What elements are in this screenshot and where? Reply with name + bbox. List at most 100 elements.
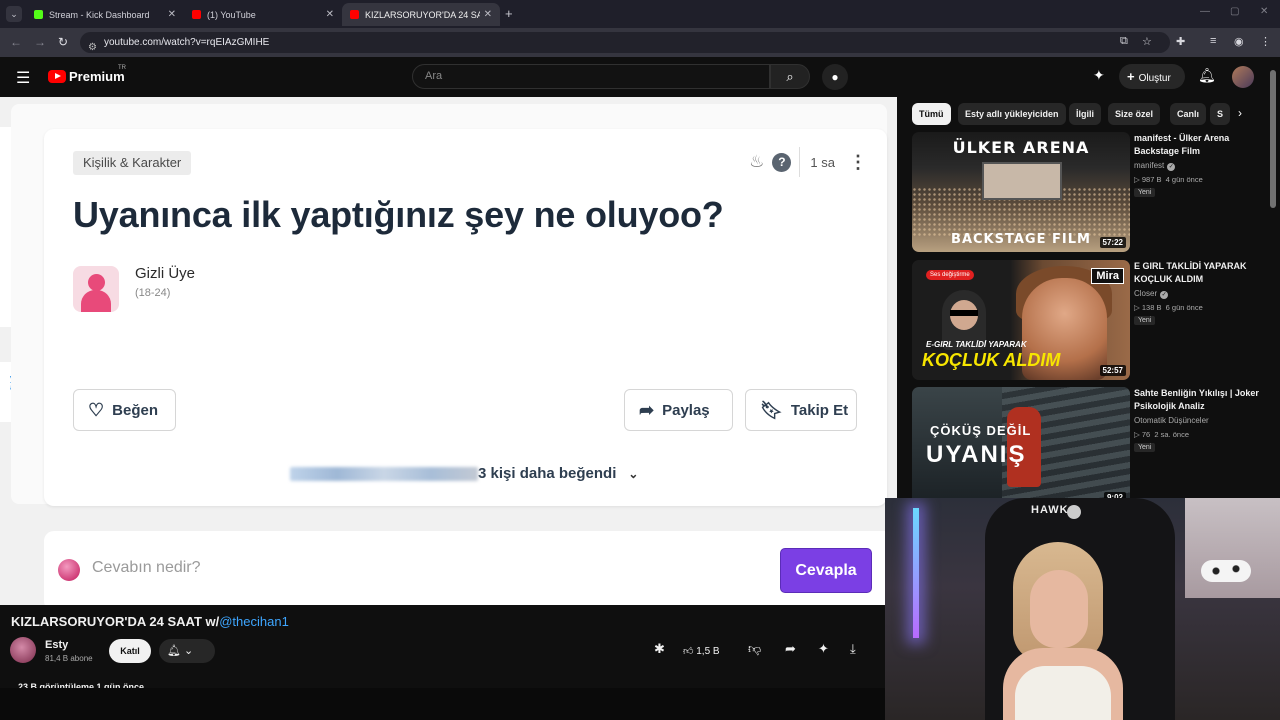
close-icon[interactable]: ✕ — [484, 9, 492, 20]
youtube-logo[interactable]: Premium TR — [48, 65, 126, 84]
user-silhouette-icon — [88, 274, 105, 291]
user-silhouette-body — [81, 290, 111, 312]
browser-menu-icon[interactable]: ⋮ — [1260, 35, 1271, 48]
likers-summary[interactable]: 3 kişi daha beğendi ⌄ — [290, 465, 638, 482]
channel-name[interactable]: Otomatik Düşünceler — [1134, 416, 1209, 425]
channel-name[interactable]: Closer ✓ — [1134, 289, 1169, 299]
close-icon[interactable]: ✕ — [168, 9, 176, 20]
download-icon[interactable]: ⤓ — [850, 641, 856, 657]
upload-age: 4 gün önce — [1165, 175, 1203, 184]
close-icon[interactable]: ✕ — [326, 9, 334, 20]
reading-list-icon[interactable]: ≡ — [1210, 35, 1216, 47]
video-thumbnail[interactable]: ÜLKER ARENA BACKSTAGE FILM 57:22 — [912, 132, 1130, 252]
address-bar[interactable]: ⚙ youtube.com/watch?v=rqEIAzGMIHE — [80, 32, 1170, 53]
like-button[interactable]: ♡ Beğen — [73, 389, 176, 431]
video-title[interactable]: E GIRL TAKLİDİ YAPARAK KOÇLUK ALDIM — [1134, 260, 1260, 286]
extensions-icon[interactable]: ✚ — [1176, 35, 1185, 48]
guide-menu-icon[interactable]: ☰ — [16, 68, 30, 88]
install-app-icon[interactable]: ⧉ — [1120, 35, 1128, 48]
play-icon: ▷ — [1134, 175, 1140, 184]
back-icon[interactable]: ← — [10, 35, 22, 49]
view-count: 138 B — [1141, 303, 1162, 312]
youtube-favicon-icon — [350, 10, 359, 19]
share-button[interactable]: ➦ Paylaş — [624, 389, 733, 431]
question-title: Uyanınca ilk yaptığınız şey ne oluyoo? — [73, 194, 724, 235]
tab-current-video[interactable]: KIZLARSORUYOR'DA 24 SAAT w/ ✕ — [342, 3, 500, 26]
channel-avatar[interactable] — [10, 637, 36, 663]
tab-kick-dashboard[interactable]: Stream - Kick Dashboard ✕ — [26, 3, 184, 26]
like-video-button[interactable]: 👍︎ 1,5 B — [683, 641, 739, 663]
reload-icon[interactable]: ↻ — [58, 35, 68, 49]
thumbs-down-icon[interactable]: 👎︎ — [748, 641, 761, 657]
chip-for-you[interactable]: Size özel — [1108, 103, 1161, 125]
follow-button[interactable]: 🔖︎ Takip Et — [745, 389, 857, 431]
ask-ai-icon[interactable]: ✦ — [818, 641, 829, 657]
shelf-graphic — [1185, 498, 1280, 598]
new-tab-button[interactable]: + — [505, 6, 513, 21]
follow-label: Takip Et — [790, 401, 849, 419]
mention-link[interactable]: @thecihan1 — [219, 614, 289, 629]
maximize-icon[interactable]: ▢ — [1230, 6, 1239, 17]
create-label: Oluştur — [1138, 73, 1171, 84]
subscription-bell-button[interactable]: 🔔︎ ⌄ — [159, 639, 215, 663]
tab-youtube[interactable]: (1) YouTube ✕ — [184, 3, 342, 26]
voice-search-button[interactable]: ● — [822, 64, 848, 90]
url-text: youtube.com/watch?v=rqEIAzGMIHE — [104, 37, 270, 48]
recommended-video[interactable]: Ses değiştirme Mira E-GIRL TAKLİDİ YAPAR… — [912, 260, 1262, 380]
logo-text: Premium — [69, 69, 125, 84]
search-icon: ⌕ — [786, 69, 794, 84]
recommended-video[interactable]: ÜLKER ARENA BACKSTAGE FILM 57:22 manifes… — [912, 132, 1262, 252]
help-icon[interactable]: ? — [772, 152, 792, 172]
share-arrow-icon: ➦ — [639, 399, 655, 420]
bell-icon: 🔔︎ — [167, 645, 181, 657]
recommended-video[interactable]: ÇÖKÜŞ DEĞİL UYANIŞ 9:02 Sahte Benliğin Y… — [912, 387, 1262, 507]
account-avatar[interactable] — [1232, 66, 1254, 88]
upload-age: 6 gün önce — [1165, 303, 1203, 312]
join-button[interactable]: Katıl — [109, 639, 151, 663]
remix-icon[interactable]: ✱ — [654, 641, 665, 657]
channel-name-text: Closer — [1134, 289, 1158, 298]
chevron-right-icon[interactable]: › — [1238, 106, 1242, 120]
video-title[interactable]: Sahte Benliğin Yıkılışı | Joker Psikoloj… — [1134, 387, 1260, 413]
more-options-icon[interactable]: ⋮ — [849, 152, 867, 173]
search-input[interactable]: Ara — [412, 64, 770, 89]
thumbnail-bottom-text: BACKSTAGE FILM — [951, 232, 1091, 247]
video-stats: ▷ 987 B 4 gün önce — [1134, 175, 1203, 184]
youtube-play-icon — [48, 70, 66, 83]
category-tag[interactable]: Kişilik & Karakter — [73, 151, 192, 175]
chip-more[interactable]: S — [1210, 103, 1231, 125]
bookmark-star-icon[interactable]: ☆ — [1142, 35, 1152, 48]
new-badge: Yeni — [1134, 443, 1156, 452]
cast-icon[interactable]: ✦ — [1093, 67, 1105, 84]
answer-submit-button[interactable]: Cevapla — [780, 548, 872, 593]
profile-icon[interactable]: ◉ — [1234, 35, 1244, 48]
minimize-icon[interactable]: — — [1200, 6, 1210, 17]
video-title-text: KIZLARSORUYOR'DA 24 SAAT w/ — [11, 614, 220, 629]
video-thumbnail[interactable]: ÇÖKÜŞ DEĞİL UYANIŞ 9:02 — [912, 387, 1130, 507]
search-button[interactable]: ⌕ — [770, 64, 810, 89]
video-thumbnail[interactable]: Ses değiştirme Mira E-GIRL TAKLİDİ YAPAR… — [912, 260, 1130, 380]
tab-title: KIZLARSORUYOR'DA 24 SAAT w/ — [365, 9, 480, 20]
channel-name[interactable]: manifest ✓ — [1134, 161, 1176, 171]
notifications-bell-icon[interactable]: 🔔︎ — [1198, 67, 1216, 84]
tab-search-button[interactable]: ⌄ — [6, 6, 22, 22]
subscriber-count: 81,4 B abone — [45, 654, 93, 663]
video-title[interactable]: manifest - Ülker Arena Backstage Film — [1134, 132, 1260, 158]
verified-icon: ✓ — [1167, 163, 1176, 171]
video-duration: 52:57 — [1099, 365, 1126, 376]
chip-all[interactable]: Tümü — [912, 103, 951, 125]
video-stats: ▷ 76 2 sa. önce — [1134, 430, 1189, 439]
chip-live[interactable]: Canlı — [1170, 103, 1207, 125]
video-player[interactable]: y a Kişilik & Karakter ♨ ? 1 sa ⋮ Uyanın… — [0, 97, 897, 605]
fire-icon: ♨ — [749, 152, 765, 171]
chip-from-uploader[interactable]: Esty adlı yükleyiciden — [958, 103, 1066, 125]
forward-icon[interactable]: → — [34, 35, 46, 49]
window-close-icon[interactable]: ✕ — [1260, 6, 1268, 17]
site-info-icon[interactable]: ⚙ — [88, 37, 97, 58]
answer-input[interactable]: Cevabın nedir? — [92, 559, 201, 577]
channel-name[interactable]: Esty — [45, 639, 68, 651]
scrollbar[interactable] — [1270, 70, 1276, 208]
share-icon[interactable]: ➦ — [785, 641, 796, 657]
create-button[interactable]: + Oluştur — [1119, 64, 1185, 89]
chip-related[interactable]: İlgili — [1069, 103, 1101, 125]
